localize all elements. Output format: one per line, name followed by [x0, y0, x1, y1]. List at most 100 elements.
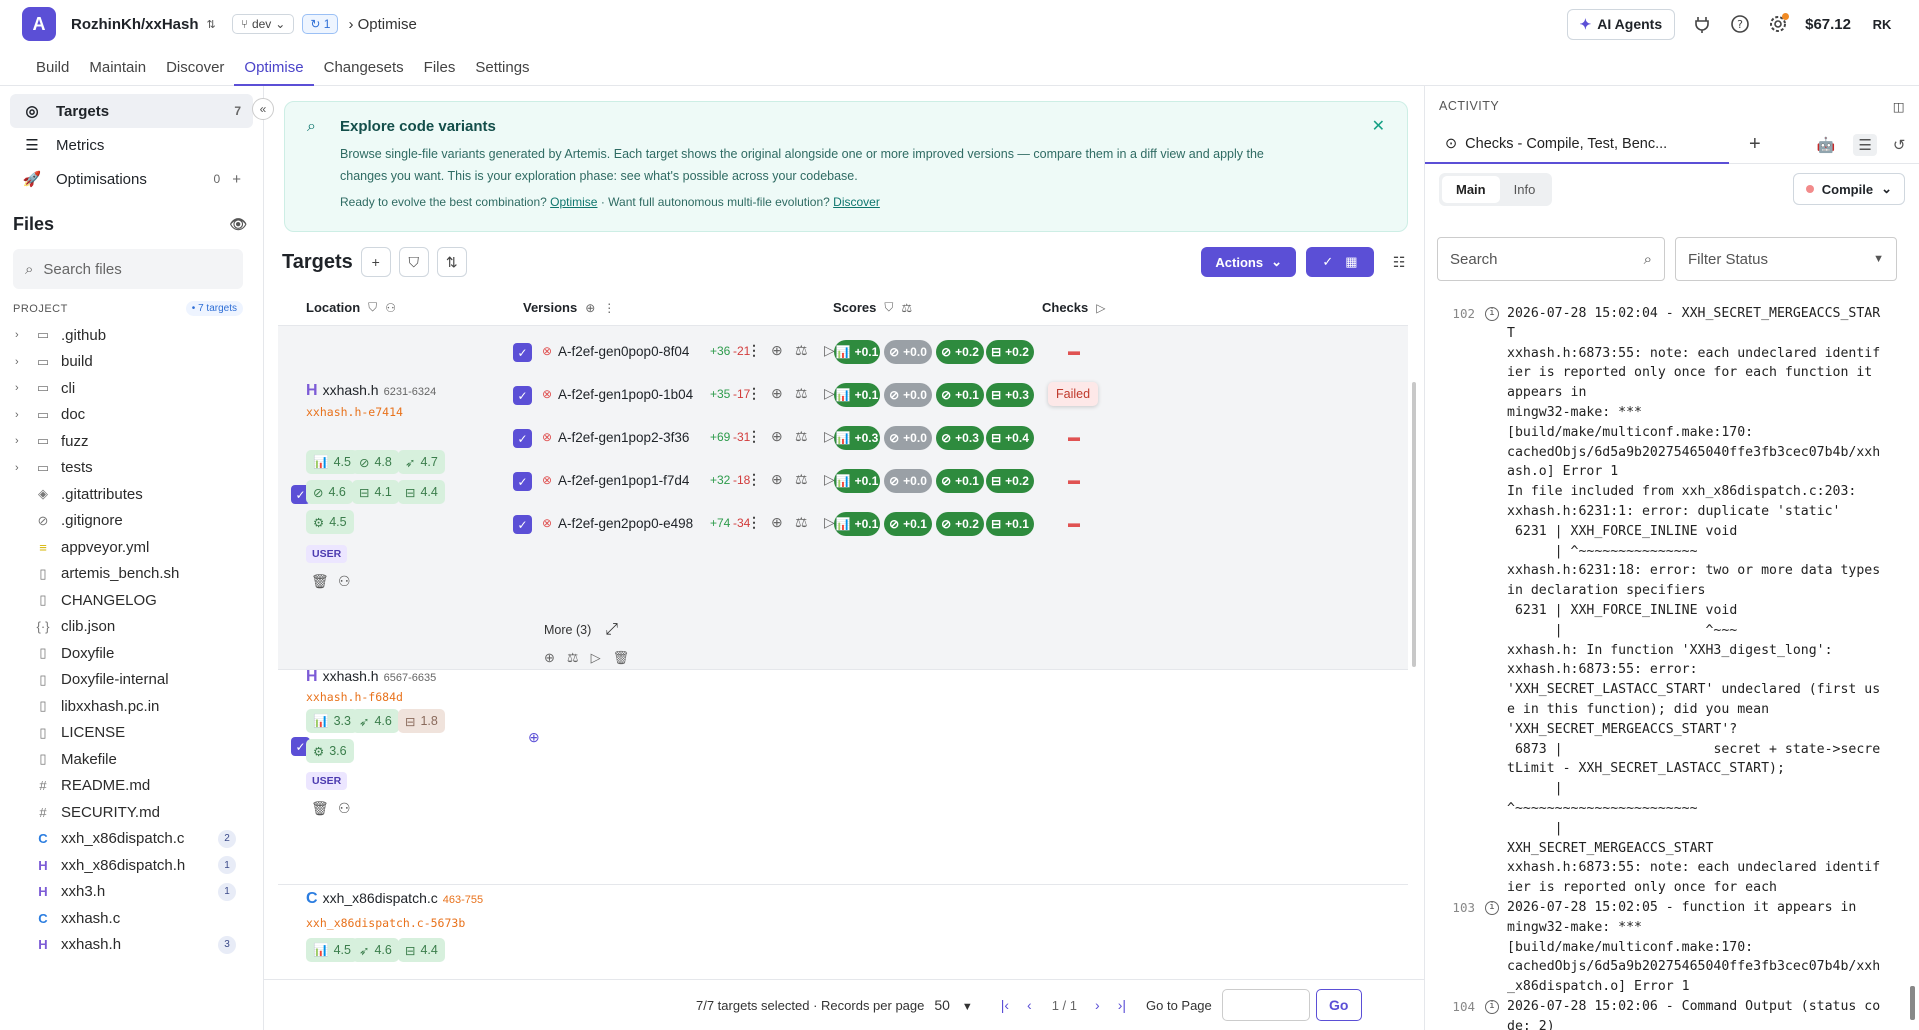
add-circle-icon[interactable]: ⊕ [585, 301, 595, 315]
balance-icon[interactable]: ⚖ [795, 428, 808, 445]
expand-icon[interactable]: ⤢ [605, 621, 618, 639]
more-icon[interactable]: ⋮ [747, 471, 761, 488]
sort-button[interactable]: ⇅ [436, 247, 467, 277]
file-tree-item[interactable]: › ▭ doc [0, 402, 263, 429]
goto-page-input[interactable] [1221, 989, 1310, 1021]
tab-discover[interactable]: Discover [156, 48, 234, 86]
tab-files[interactable]: Files [414, 48, 466, 86]
repo-name[interactable]: RozhinKh/xxHash [71, 16, 199, 33]
file-tree-item[interactable]: ⊘ .gitignore [0, 508, 263, 535]
version-checkbox[interactable]: ✓ [513, 472, 532, 491]
file-tree-item[interactable]: Cxxhash.c [0, 905, 263, 932]
ai-agents-button[interactable]: ✦ AI Agents [1566, 8, 1676, 40]
balance-icon[interactable]: ⚖ [795, 342, 808, 359]
file-tree-item[interactable]: › ▭ fuzz [0, 428, 263, 455]
failed-check-icon[interactable]: ▬ [1068, 516, 1080, 530]
file-tree-item[interactable]: › ▭ build [0, 349, 263, 376]
target-file[interactable]: Cxxh_x86dispatch.c 463-755 [306, 890, 483, 908]
play-icon[interactable]: ▷ [1096, 301, 1105, 315]
file-tree-item[interactable]: › ▭ cli [0, 375, 263, 402]
repo-switch-icon[interactable]: ⇅ [207, 18, 216, 31]
last-page-icon[interactable]: ›| [1118, 997, 1126, 1013]
grid-icon[interactable]: ▦ [1345, 254, 1357, 270]
trash-icon[interactable]: 🗑 [311, 573, 329, 590]
sync-badge[interactable]: ↻ 1 [302, 14, 339, 34]
file-tree-item[interactable]: ▯ LICENSE [0, 720, 263, 747]
version-name[interactable]: A-f2ef-gen0pop0-8f04 [558, 344, 689, 359]
eye-icon[interactable]: 👁 [229, 216, 247, 233]
file-tree-item[interactable]: ▯ CHANGELOG [0, 587, 263, 614]
add-target-button[interactable]: + [360, 247, 391, 277]
version-name[interactable]: A-f2ef-gen2pop0-e498 [558, 516, 693, 531]
file-tree-item[interactable]: › ▭ tests [0, 455, 263, 482]
compile-select[interactable]: Compile ⌄ [1792, 173, 1905, 205]
tab-settings[interactable]: Settings [465, 48, 539, 86]
more-icon[interactable]: ⋮ [603, 301, 615, 315]
segment-main[interactable]: Main [1442, 175, 1500, 203]
log-scrollbar[interactable] [1908, 296, 1916, 1030]
next-page-icon[interactable]: › [1095, 997, 1100, 1013]
file-tree-item[interactable]: ▯ libxxhash.pc.in [0, 693, 263, 720]
add-version-icon[interactable]: ⊕ [528, 729, 540, 746]
file-tree-item[interactable]: # SECURITY.md [0, 799, 263, 826]
add-tab-icon[interactable]: + [1749, 133, 1761, 156]
panel-toggle-icon[interactable]: ◫ [1893, 99, 1905, 114]
sidebar-item-metrics[interactable]: ☰ Metrics [10, 128, 253, 162]
branch-selector[interactable]: ⑂ dev ⌄ [231, 14, 295, 34]
tab-build[interactable]: Build [26, 48, 79, 86]
version-name[interactable]: A-f2ef-gen1pop0-1b04 [558, 387, 693, 402]
more-icon[interactable]: ⋮ [747, 514, 761, 531]
prev-page-icon[interactable]: ‹ [1027, 997, 1032, 1013]
file-tree-item[interactable]: {·} clib.json [0, 614, 263, 641]
first-page-icon[interactable]: |‹ [1001, 997, 1009, 1013]
file-tree-item[interactable]: ≡ appveyor.yml [0, 534, 263, 561]
balance-icon[interactable]: ⚖ [901, 301, 912, 315]
failed-check-icon[interactable]: ▬ [1068, 473, 1080, 487]
view-toggle[interactable]: ✓ ▦ [1306, 247, 1374, 277]
add-circle-icon[interactable]: ⊕ [771, 514, 783, 531]
file-tree-item[interactable]: ▯ artemis_bench.sh [0, 561, 263, 588]
file-tree-item[interactable]: Cxxh_x86dispatch.c 2 [0, 826, 263, 853]
robot-icon[interactable]: 🤖 [1817, 136, 1836, 154]
file-tree-item[interactable]: Hxxh_x86dispatch.h 1 [0, 852, 263, 879]
discover-link[interactable]: Discover [833, 195, 880, 209]
filter-icon[interactable]: ⛉ [884, 300, 893, 315]
version-row[interactable]: ✓ ⊗ A-f2ef-gen1pop2-3f36 +69 -31 ⋮ ⊕ ⚖ ▷ 📊 +0.3 ⊘ +0… [278, 419, 1408, 459]
bug-icon[interactable]: ⚇ [338, 573, 351, 590]
per-page-select[interactable]: 50 ▼ [934, 997, 972, 1013]
file-tree-item[interactable]: Hxxhash.h 3 [0, 932, 263, 959]
go-button[interactable]: Go [1315, 989, 1362, 1021]
file-tree-item[interactable]: ▯ Doxyfile [0, 640, 263, 667]
list-view-icon[interactable]: ☷ [1386, 254, 1412, 271]
add-circle-icon[interactable]: ⊕ [771, 342, 783, 359]
list-view-icon[interactable]: ☰ [1853, 133, 1877, 156]
col-versions[interactable]: Versions ⊕ ⋮ [523, 300, 615, 315]
balance-icon[interactable]: ⚖ [795, 514, 808, 531]
more-icon[interactable]: ⋮ [747, 385, 761, 402]
help-icon[interactable]: ? [1729, 13, 1751, 35]
more-icon[interactable]: ⋮ [747, 428, 761, 445]
actions-button[interactable]: Actions ⌄ [1201, 247, 1296, 277]
log-search-input[interactable]: Search ⌕ [1437, 237, 1665, 281]
version-checkbox[interactable]: ✓ [513, 343, 532, 362]
play-icon[interactable]: ▷ [591, 650, 601, 666]
file-tree-item[interactable]: # README.md [0, 773, 263, 800]
avatar[interactable]: RK [1867, 17, 1897, 32]
tab-optimise[interactable]: Optimise [234, 48, 314, 86]
sidebar-item-optimisations[interactable]: 🚀 Optimisations 0 + [10, 162, 253, 196]
files-search-input[interactable]: ⌕ Search files [13, 249, 243, 289]
version-checkbox[interactable]: ✓ [513, 386, 532, 405]
col-checks[interactable]: Checks ▷ [1042, 300, 1105, 315]
settings-gear-icon[interactable] [1767, 13, 1790, 35]
filter-icon[interactable]: ⛉ [368, 300, 377, 315]
balance-icon[interactable]: ⚖ [795, 471, 808, 488]
close-icon[interactable]: ✕ [1372, 116, 1385, 136]
add-optimisation-icon[interactable]: + [232, 171, 241, 188]
file-tree-item[interactable]: ◈ .gitattributes [0, 481, 263, 508]
balance-icon[interactable]: ⚖ [795, 385, 808, 402]
balance-icon[interactable]: ⚖ [567, 650, 579, 666]
trash-icon[interactable]: 🗑 [311, 800, 329, 817]
more-icon[interactable]: ⋮ [747, 342, 761, 359]
version-name[interactable]: A-f2ef-gen1pop2-3f36 [558, 430, 689, 445]
tab-maintain[interactable]: Maintain [79, 48, 156, 86]
